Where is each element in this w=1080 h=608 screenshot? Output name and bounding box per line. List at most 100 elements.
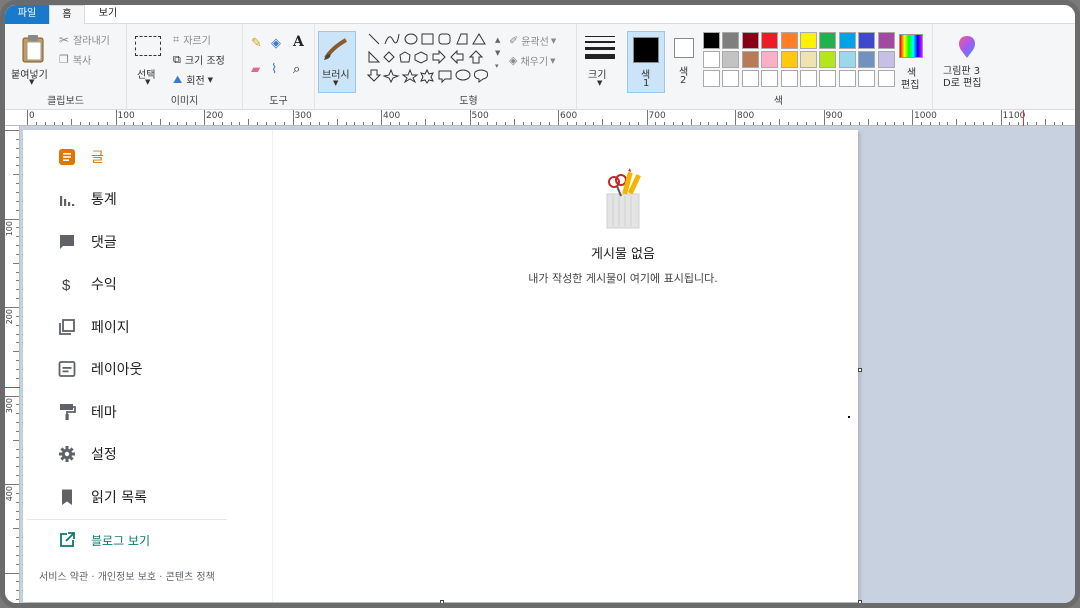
color1-button[interactable]: 색 1 — [627, 31, 665, 93]
crop-button[interactable]: ⌗ 자르기 — [173, 32, 211, 48]
brushes-button[interactable]: 브러시 ▼ — [318, 31, 356, 93]
palette-swatch[interactable] — [800, 32, 817, 49]
palette-swatch[interactable] — [722, 32, 740, 49]
palette-swatch[interactable] — [877, 70, 895, 87]
copy-icon: ❐ — [59, 53, 69, 66]
dollar-icon: $ — [57, 274, 77, 294]
ruler-tick-label: 1100 — [1002, 111, 1026, 121]
theme-roller-icon — [57, 402, 77, 422]
palette-swatch[interactable] — [761, 70, 779, 87]
canvas[interactable]: 글통계댓글 $ 수익페이지레이아웃테마설정읽기 목록블로그 보기서비스 약관 · 개… — [23, 130, 858, 602]
canvas-workspace[interactable]: 글통계댓글 $ 수익페이지레이아웃테마설정읽기 목록블로그 보기서비스 약관 · 개… — [20, 126, 1075, 603]
eraser-icon[interactable]: ▰ — [251, 62, 260, 76]
sidebar-item-pages[interactable]: 페이지 — [23, 310, 273, 344]
palette-swatch[interactable] — [741, 32, 759, 49]
size-button[interactable]: 크기 ▼ — [585, 32, 615, 96]
ruler-tick-label: 100 — [117, 111, 135, 121]
copy-label: 복사 — [72, 56, 92, 67]
resize-handle-bottom[interactable] — [440, 600, 444, 603]
ruler-tick-label: 400 — [383, 111, 401, 121]
palette-swatch[interactable] — [858, 51, 876, 68]
tab-file[interactable]: 파일 — [5, 5, 49, 24]
palette-swatch[interactable] — [780, 32, 798, 49]
select-button[interactable]: 선택 ▼ — [135, 36, 165, 92]
sidebar-item-posts[interactable]: 글 — [23, 140, 273, 174]
palette-swatch[interactable] — [703, 51, 720, 68]
palette-swatch[interactable] — [838, 51, 856, 68]
palette-swatch[interactable] — [722, 51, 740, 68]
text-tool-icon[interactable]: A — [293, 34, 304, 50]
sidebar-item-stats[interactable]: 통계 — [23, 182, 273, 216]
ruler-tick-label: 300 — [294, 111, 312, 121]
brush-icon — [324, 38, 348, 60]
shapes-gallery[interactable] — [367, 32, 503, 90]
ruler-tick-label: 800 — [737, 111, 755, 121]
palette-swatch[interactable] — [741, 51, 759, 68]
sidebar-item-theme-roller[interactable]: 테마 — [23, 395, 273, 429]
tab-view[interactable]: 보기 — [85, 5, 131, 24]
chevron-down-icon: ▼ — [550, 36, 557, 45]
edit-colors-button[interactable]: 색 편집 — [899, 34, 929, 98]
select-rect-icon — [135, 36, 161, 56]
sidebar-item-gear[interactable]: 설정 — [23, 437, 273, 471]
palette-swatch[interactable] — [819, 51, 837, 68]
rotate-button[interactable]: ⛰ 회전 ▼ — [173, 72, 213, 88]
palette-swatch[interactable] — [703, 32, 720, 49]
brushes-group: 브러시 ▼ — [315, 24, 359, 110]
color1-number: 1 — [643, 78, 650, 89]
footer-links[interactable]: 서비스 약관 · 개인정보 보호 · 콘텐츠 정책 — [39, 568, 215, 583]
palette-swatch[interactable] — [858, 32, 876, 49]
palette-swatch[interactable] — [722, 70, 740, 87]
palette-swatch[interactable] — [800, 70, 817, 87]
window-frame: 파일 홈 보기 붙여넣기 ▼ ✂ 잘라내기 ❐ 복사 클립보드 선택 ▼ ⌗ 자… — [0, 0, 1080, 608]
sidebar-item-layout[interactable]: 레이아웃 — [23, 352, 273, 386]
color2-button[interactable]: 색 2 — [669, 31, 699, 93]
color-picker-icon[interactable]: ⌇ — [271, 62, 277, 77]
sidebar-item-comments[interactable]: 댓글 — [23, 225, 273, 259]
palette-swatch[interactable] — [703, 70, 720, 87]
sidebar-item-label: 수익 — [91, 277, 117, 293]
palette-swatch[interactable] — [780, 51, 798, 68]
palette-swatch[interactable] — [780, 70, 798, 87]
cut-button[interactable]: ✂ 잘라내기 — [59, 32, 110, 48]
ruler-tick-label: 900 — [825, 111, 843, 121]
resize-handle-corner[interactable] — [858, 600, 862, 603]
resize-label: 크기 조정 — [184, 56, 225, 67]
stats-icon — [57, 189, 77, 209]
pencil-icon[interactable]: ✎ — [251, 36, 262, 51]
fill-bucket-icon[interactable]: ◈ — [271, 36, 281, 51]
palette-swatch[interactable] — [761, 51, 779, 68]
edit-with-paint3d-button[interactable]: 그림판 3 D로 편집 — [939, 32, 995, 96]
palette-swatch[interactable] — [800, 51, 817, 68]
posts-icon — [57, 147, 77, 167]
magnifier-icon[interactable]: ⌕ — [293, 62, 300, 77]
view-blog-link[interactable]: 블로그 보기 — [23, 523, 273, 557]
gear-icon — [57, 444, 77, 464]
sidebar-item-bookmark[interactable]: 읽기 목록 — [23, 480, 273, 514]
palette-swatch[interactable] — [838, 32, 856, 49]
fill-button[interactable]: ◈ 채우기 ▼ — [509, 53, 555, 68]
sidebar-item-dollar[interactable]: $ 수익 — [23, 267, 273, 301]
palette-swatch[interactable] — [761, 32, 779, 49]
ruler-tick-label: 400 — [5, 486, 14, 502]
paste-button[interactable]: 붙여넣기 ▼ — [11, 30, 55, 90]
color-spectrum-icon — [899, 34, 923, 58]
ruler-tick-label: 200 — [5, 309, 14, 325]
palette-swatch[interactable] — [877, 51, 895, 68]
resize-handle-right[interactable] — [858, 368, 862, 372]
outline-button[interactable]: ✐ 윤곽선 ▼ — [509, 33, 556, 48]
palette-swatch[interactable] — [877, 32, 895, 49]
palette-swatch[interactable] — [858, 70, 876, 87]
palette-swatch[interactable] — [741, 70, 759, 87]
shapes-scroll[interactable]: ▲ ▼ ▾ — [495, 34, 500, 73]
palette-swatch[interactable] — [819, 70, 837, 87]
copy-button[interactable]: ❐ 복사 — [59, 52, 91, 67]
palette-swatch[interactable] — [838, 70, 856, 87]
palette-swatch[interactable] — [819, 32, 837, 49]
crop-icon: ⌗ — [173, 32, 180, 46]
bookmark-icon — [57, 487, 77, 507]
tab-home[interactable]: 홈 — [49, 5, 85, 25]
color2-number: 2 — [680, 75, 687, 86]
resize-button[interactable]: ⧉ 크기 조정 — [173, 52, 225, 68]
clipboard-icon — [22, 35, 44, 63]
